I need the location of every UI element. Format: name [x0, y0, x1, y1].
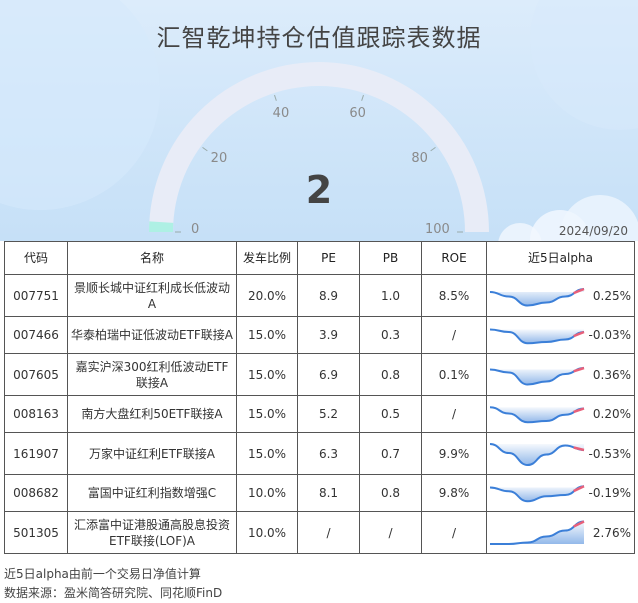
- fund-name: 华泰柏瑞中证低波动ETF联接A: [67, 316, 237, 354]
- fund-code: 007605: [4, 353, 68, 396]
- fund-name: 景顺长城中证红利成长低波动A: [67, 274, 237, 317]
- pb-value: 0.8: [359, 474, 422, 512]
- gauge-tick-mark: [361, 94, 364, 101]
- pe-value: 6.9: [297, 353, 360, 396]
- fund-name: 南方大盘红利50ETF联接A: [67, 395, 237, 433]
- allocation-ratio: 15.0%: [236, 395, 298, 433]
- alpha-cell: 0.20%: [486, 395, 635, 433]
- report-date: 2024/09/20: [558, 224, 628, 238]
- fund-code: 008163: [4, 395, 68, 433]
- table-row: 007751 景顺长城中证红利成长低波动A 20.0% 8.9 1.0 8.5% 0.25%: [4, 274, 635, 317]
- roe-value: 0.1%: [421, 353, 487, 396]
- col-alpha: 近5日alpha: [486, 241, 635, 275]
- pe-value: 3.9: [297, 316, 360, 354]
- alpha-value: 0.25%: [592, 288, 631, 303]
- col-ratio: 发车比例: [236, 241, 298, 275]
- alpha-value: 2.76%: [592, 525, 631, 540]
- gauge-tick-label: 60: [349, 106, 366, 122]
- pe-value: 6.3: [297, 432, 360, 475]
- allocation-ratio: 15.0%: [236, 353, 298, 396]
- table-header-row: 代码 名称 发车比例 PE PB ROE 近5日alpha: [4, 241, 635, 275]
- allocation-ratio: 15.0%: [236, 316, 298, 354]
- col-roe: ROE: [421, 241, 487, 275]
- gauge-tick-mark: [202, 146, 208, 152]
- alpha-sparkline: [489, 287, 585, 307]
- pb-value: 1.0: [359, 274, 422, 317]
- alpha-value: 0.20%: [592, 407, 631, 421]
- alpha-value: 0.36%: [592, 367, 631, 382]
- sparkline-area: [490, 444, 584, 465]
- alpha-cell: 0.36%: [486, 353, 635, 396]
- pb-value: 0.5: [359, 395, 422, 433]
- allocation-ratio: 10.0%: [236, 474, 298, 512]
- col-code: 代码: [4, 241, 68, 275]
- gauge-value: 2: [305, 168, 333, 212]
- col-name: 名称: [67, 241, 237, 275]
- pb-value: /: [359, 511, 422, 554]
- gauge-fill: [149, 221, 174, 232]
- roe-value: /: [421, 395, 487, 433]
- alpha-value: -0.19%: [588, 486, 631, 500]
- roe-value: 9.8%: [421, 474, 487, 512]
- pb-value: 0.8: [359, 353, 422, 396]
- table-row: 007605 嘉实沪深300红利低波动ETF联接A 15.0% 6.9 0.8 0.1% 0…: [4, 353, 635, 396]
- table-row: 007466 华泰柏瑞中证低波动ETF联接A 15.0% 3.9 0.3/ -0.03%: [4, 316, 635, 354]
- alpha-cell: -0.53%: [486, 432, 635, 475]
- gauge-tick-label: 80: [411, 151, 428, 167]
- gauge-tick-label: 20: [210, 151, 228, 167]
- alpha-sparkline: [489, 406, 585, 424]
- table-row: 008682 富国中证红利指数增强C 10.0% 8.1 0.8 9.8% -0.19%: [4, 474, 635, 512]
- fund-code: 007751: [4, 274, 68, 317]
- allocation-ratio: 15.0%: [236, 432, 298, 475]
- pb-value: 0.3: [359, 316, 422, 354]
- alpha-cell: -0.19%: [486, 474, 635, 512]
- pe-value: 8.1: [297, 474, 360, 512]
- data-source: 数据来源：盈米简答研究院、同花顺FinD: [4, 586, 223, 600]
- roe-value: /: [421, 511, 487, 554]
- fund-table: 代码 名称 发车比例 PE PB ROE 近5日alpha 007751 景顺长城…: [4, 241, 635, 554]
- alpha-cell: 2.76%: [486, 511, 635, 554]
- gauge-tick-mark: [430, 146, 436, 152]
- table-row: 161907 万家中证红利ETF联接A 15.0% 6.3 0.7 9.9% -0.53%: [4, 432, 635, 475]
- gauge-tick-mark: [274, 94, 277, 101]
- fund-name: 汇添富中证港股通高股息投资ETF联接(LOF)A: [67, 511, 237, 554]
- header-panel: 汇智乾坤持仓估值跟踪表数据 2 0 20 40 60 80 100 2024/09/20: [0, 0, 638, 241]
- gauge-tick-label: 0: [191, 222, 200, 237]
- alpha-value: -0.53%: [588, 446, 631, 461]
- alpha-cell: -0.03%: [486, 316, 635, 354]
- fund-code: 161907: [4, 432, 68, 475]
- fund-code: 007466: [4, 316, 68, 354]
- alpha-sparkline: [489, 328, 585, 345]
- fund-name: 富国中证红利指数增强C: [67, 474, 237, 512]
- allocation-ratio: 20.0%: [236, 274, 298, 317]
- alpha-sparkline: [489, 485, 585, 503]
- pe-value: 5.2: [297, 395, 360, 433]
- pe-value: /: [297, 511, 360, 554]
- sparkline-end-segment: [573, 366, 585, 373]
- col-pe: PE: [297, 241, 360, 275]
- gauge-tick-label: 40: [272, 106, 290, 122]
- roe-value: /: [421, 316, 487, 354]
- pb-value: 0.7: [359, 432, 422, 475]
- alpha-value: -0.03%: [588, 328, 631, 342]
- alpha-sparkline: [489, 520, 585, 545]
- roe-value: 9.9%: [421, 432, 487, 475]
- fund-code: 501305: [4, 511, 68, 554]
- col-pb: PB: [359, 241, 422, 275]
- fund-name: 嘉实沪深300红利低波动ETF联接A: [67, 353, 237, 396]
- allocation-ratio: 10.0%: [236, 511, 298, 554]
- alpha-sparkline: [489, 366, 585, 386]
- pe-value: 8.9: [297, 274, 360, 317]
- gauge-tick-label: 100: [425, 222, 450, 237]
- fund-name: 万家中证红利ETF联接A: [67, 432, 237, 475]
- alpha-sparkline: [489, 443, 585, 467]
- footnote: 近5日alpha由前一个交易日净值计算: [4, 567, 201, 581]
- fund-code: 008682: [4, 474, 68, 512]
- roe-value: 8.5%: [421, 274, 487, 317]
- alpha-cell: 0.25%: [486, 274, 635, 317]
- table-row: 008163 南方大盘红利50ETF联接A 15.0% 5.2 0.5/ 0.20%: [4, 395, 635, 433]
- table-row: 501305 汇添富中证港股通高股息投资ETF联接(LOF)A 10.0% / //2.…: [4, 511, 635, 554]
